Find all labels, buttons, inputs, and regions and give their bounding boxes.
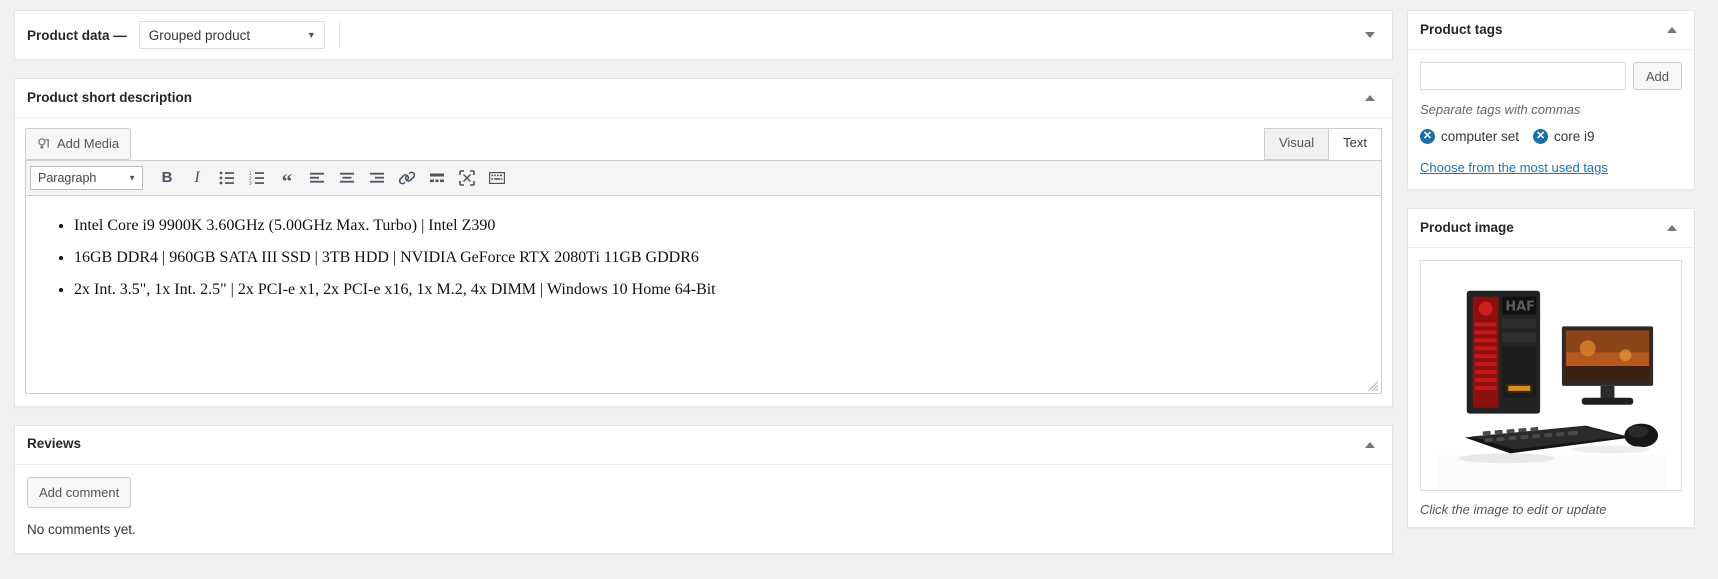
reviews-body: Add comment No comments yet. bbox=[15, 465, 1392, 554]
editor-topbar: Add Media Visual Text bbox=[15, 118, 1392, 160]
tag-label: computer set bbox=[1441, 129, 1520, 144]
short-description-list: Intel Core i9 9900K 3.60GHz (5.00GHz Max… bbox=[38, 214, 1369, 302]
reviews-toggle[interactable] bbox=[1360, 435, 1380, 455]
no-comments-text: No comments yet. bbox=[27, 522, 136, 537]
insert-link-icon[interactable] bbox=[393, 166, 421, 190]
bold-icon[interactable]: B bbox=[153, 166, 181, 190]
tag-entry-row: Add bbox=[1420, 62, 1682, 90]
add-tag-button[interactable]: Add bbox=[1632, 62, 1682, 90]
sidebar-column: Product tags Add Separate tags with comm… bbox=[1407, 0, 1707, 546]
list-item: 2x Int. 3.5", 1x Int. 2.5" | 2x PCI-e x1… bbox=[74, 278, 1369, 302]
product-data-toggle[interactable] bbox=[1360, 25, 1380, 45]
italic-icon[interactable]: I bbox=[183, 166, 211, 190]
product-data-header: Product data — Grouped product ▼ bbox=[15, 11, 1392, 59]
tab-text[interactable]: Text bbox=[1328, 128, 1382, 160]
chevron-up-icon bbox=[1667, 27, 1677, 33]
panel-title: Product short description bbox=[27, 89, 193, 105]
short-description-toggle[interactable] bbox=[1360, 88, 1380, 108]
product-tags-toggle[interactable] bbox=[1662, 20, 1682, 40]
tag-chip: ✕ core i9 bbox=[1533, 129, 1595, 144]
short-description-panel: Product short description Add Media Visu… bbox=[14, 78, 1393, 407]
short-description-header: Product short description bbox=[15, 79, 1392, 118]
format-select-value: Paragraph bbox=[38, 170, 97, 185]
add-comment-button[interactable]: Add comment bbox=[27, 476, 132, 508]
format-select[interactable]: Paragraph ▼ bbox=[30, 165, 143, 190]
divider bbox=[338, 22, 340, 48]
blockquote-icon[interactable]: “ bbox=[273, 166, 301, 191]
align-right-icon[interactable] bbox=[363, 166, 391, 190]
reviews-panel: Reviews Add comment No comments yet. bbox=[14, 424, 1393, 554]
reviews-header: Reviews bbox=[15, 426, 1392, 465]
chevron-down-icon: ▼ bbox=[306, 30, 316, 40]
add-media-button[interactable]: Add Media bbox=[25, 128, 132, 160]
svg-text:HAF: HAF bbox=[1505, 300, 1535, 315]
editor-resize-handle[interactable] bbox=[1365, 378, 1379, 392]
product-type-select[interactable]: Grouped product ▼ bbox=[138, 21, 325, 49]
product-image-thumbnail[interactable]: HAF bbox=[1420, 260, 1682, 491]
bulleted-list-icon[interactable] bbox=[213, 166, 241, 190]
chevron-up-icon bbox=[1667, 225, 1677, 231]
tag-hint: Separate tags with commas bbox=[1420, 102, 1581, 117]
editor-footer bbox=[15, 394, 1392, 406]
product-image-caption: Click the image to edit or update bbox=[1420, 502, 1607, 517]
product-data-label: Product data — bbox=[27, 27, 127, 43]
product-type-value: Grouped product bbox=[148, 27, 251, 43]
list-item: 16GB DDR4 | 960GB SATA III SSD | 3TB HDD… bbox=[74, 246, 1369, 270]
most-used-tags-link[interactable]: Choose from the most used tags bbox=[1420, 160, 1608, 175]
panel-title: Reviews bbox=[27, 436, 82, 452]
tag-chip: ✕ computer set bbox=[1420, 129, 1519, 144]
product-image-toggle[interactable] bbox=[1662, 218, 1682, 238]
wp-product-edit-screen: Product data — Grouped product ▼ Product… bbox=[0, 0, 1718, 579]
editor: Add Media Visual Text Paragraph ▼ B I 1 … bbox=[15, 118, 1392, 406]
panel-title: Product tags bbox=[1420, 21, 1503, 37]
toolbar-toggle-icon[interactable] bbox=[483, 166, 511, 190]
chevron-up-icon bbox=[1365, 95, 1375, 101]
main-column: Product data — Grouped product ▼ Product… bbox=[0, 0, 1403, 572]
fullscreen-icon[interactable] bbox=[453, 166, 481, 190]
product-image-body: HAF Click the image to edit or update bbox=[1408, 248, 1694, 527]
editor-tabs: Visual Text bbox=[1263, 128, 1382, 160]
media-icon bbox=[37, 137, 51, 151]
product-tags-header: Product tags bbox=[1408, 11, 1694, 50]
align-center-icon[interactable] bbox=[333, 166, 361, 190]
product-tags-body: Add Separate tags with commas ✕ computer… bbox=[1408, 50, 1694, 189]
chevron-down-icon bbox=[1365, 32, 1375, 38]
remove-tag-icon[interactable]: ✕ bbox=[1420, 129, 1435, 144]
chevron-up-icon bbox=[1365, 441, 1375, 448]
tag-label: core i9 bbox=[1554, 129, 1595, 144]
list-item: Intel Core i9 9900K 3.60GHz (5.00GHz Max… bbox=[74, 214, 1369, 238]
chevron-down-icon: ▼ bbox=[128, 173, 136, 182]
product-image-panel: Product image HAF Click the image to edi… bbox=[1407, 208, 1695, 528]
add-media-label: Add Media bbox=[57, 136, 120, 151]
product-tags-panel: Product tags Add Separate tags with comm… bbox=[1407, 10, 1695, 190]
add-comment-label: Add comment bbox=[39, 484, 120, 500]
editor-content-area[interactable]: Intel Core i9 9900K 3.60GHz (5.00GHz Max… bbox=[25, 195, 1382, 394]
tag-list: ✕ computer set ✕ core i9 bbox=[1420, 129, 1682, 144]
editor-toolbar: Paragraph ▼ B I 1 2 3 “ bbox=[25, 159, 1382, 196]
remove-tag-icon[interactable]: ✕ bbox=[1533, 129, 1549, 144]
product-data-panel: Product data — Grouped product ▼ bbox=[14, 10, 1393, 60]
svg-text:3: 3 bbox=[249, 180, 252, 184]
numbered-list-icon[interactable]: 1 2 3 bbox=[243, 166, 271, 190]
read-more-icon[interactable] bbox=[423, 166, 451, 190]
editor-content: Intel Core i9 9900K 3.60GHz (5.00GHz Max… bbox=[26, 196, 1381, 302]
align-left-icon[interactable] bbox=[303, 166, 331, 190]
tab-visual[interactable]: Visual bbox=[1263, 128, 1330, 160]
product-photo: HAF bbox=[1436, 261, 1666, 490]
tag-input[interactable] bbox=[1420, 62, 1626, 90]
product-image-header: Product image bbox=[1408, 209, 1694, 248]
panel-title: Product image bbox=[1420, 219, 1514, 235]
